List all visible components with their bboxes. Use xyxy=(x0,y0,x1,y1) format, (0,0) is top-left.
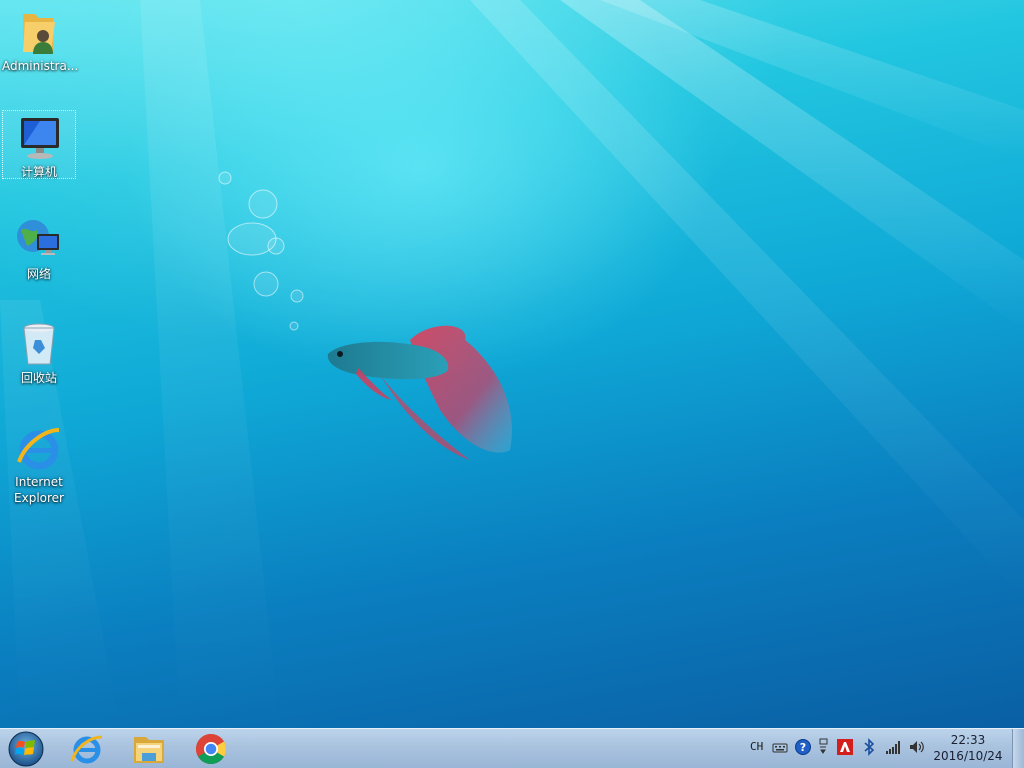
internet-explorer-icon xyxy=(70,735,103,764)
tray-volume[interactable] xyxy=(908,737,926,757)
desktop-icon-internet-explorer[interactable]: Internet Explorer xyxy=(2,420,76,506)
user-folder-icon xyxy=(15,8,63,56)
tray-help[interactable]: ? xyxy=(794,737,812,757)
avira-icon xyxy=(837,739,853,755)
start-button[interactable] xyxy=(4,729,48,768)
desktop-icon-label: Administra... xyxy=(2,59,79,73)
desktop-icon-network[interactable]: 网络 xyxy=(2,212,76,282)
recycle-bin-icon xyxy=(15,320,63,368)
language-indicator[interactable]: CH xyxy=(750,740,763,760)
language-label: CH xyxy=(750,740,764,753)
taskbar-clock[interactable]: 22:33 2016/10/24 xyxy=(932,732,1004,764)
keyboard-icon xyxy=(772,743,788,753)
desktop-icon-label: Internet Explorer xyxy=(14,475,64,505)
network-adapter-icon xyxy=(819,738,828,754)
chrome-icon xyxy=(195,734,227,765)
computer-icon xyxy=(15,114,63,162)
desktop-icon-computer[interactable]: 计算机 xyxy=(2,110,76,179)
tray-bluetooth[interactable] xyxy=(862,737,876,757)
svg-text:?: ? xyxy=(800,741,806,754)
clock-date: 2016/10/24 xyxy=(933,749,1003,763)
taskbar-app-file-explorer[interactable] xyxy=(124,731,174,767)
desktop-icon-user-folder[interactable]: Administra... xyxy=(2,4,79,74)
tray-network-adapter[interactable] xyxy=(816,737,830,757)
wallpaper-betta-fish xyxy=(327,325,512,460)
network-icon xyxy=(15,216,63,264)
desktop-icon-label: 网络 xyxy=(26,267,51,281)
taskbar-app-chrome[interactable] xyxy=(186,731,236,767)
clock-time: 22:33 xyxy=(950,733,986,747)
taskbar-app-internet-explorer[interactable] xyxy=(62,731,112,767)
file-explorer-icon xyxy=(134,737,164,763)
taskbar: CH ? 22:33 2016/10/24 xyxy=(0,728,1024,768)
volume-icon xyxy=(910,741,924,753)
bluetooth-icon xyxy=(864,738,875,756)
desktop-icon-label: 回收站 xyxy=(20,371,57,385)
desktop-icon-label: 计算机 xyxy=(20,165,57,179)
tray-avira[interactable] xyxy=(836,737,854,757)
show-desktop-button[interactable] xyxy=(1012,729,1024,768)
desktop[interactable]: Administra... 计算机 网络 回收站 Internet Explor… xyxy=(0,0,1024,728)
desktop-icon-recycle-bin[interactable]: 回收站 xyxy=(2,316,76,386)
signal-icon xyxy=(886,741,900,754)
tray-keyboard[interactable] xyxy=(772,737,788,757)
windows-orb-icon xyxy=(8,731,44,767)
internet-explorer-icon xyxy=(15,424,63,472)
help-icon: ? xyxy=(795,739,811,755)
tray-signal[interactable] xyxy=(884,737,902,757)
